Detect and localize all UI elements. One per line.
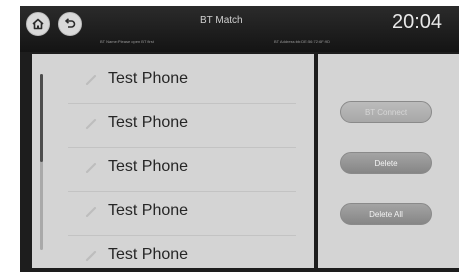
scrollbar-thumb[interactable] [40,74,43,162]
delete-button[interactable]: Delete [340,152,432,174]
device-row[interactable]: Test Phone [68,104,296,148]
bt-connect-button[interactable]: BT Connect [340,101,432,123]
device-row[interactable]: Test Phone [68,148,296,192]
device-name: Test Phone [108,202,189,219]
device-list: Test Phone Test Phone Test Phone Test Ph… [32,54,314,268]
bt-address-info: BT Address:bb:DE:56:72:6F:9D [274,39,330,44]
device-name: Test Phone [108,114,189,131]
bt-match-screen: BT Match 20:04 BT Name:Please open BT fi… [20,6,459,272]
link-icon [85,118,97,130]
device-name: Test Phone [108,70,189,87]
action-panel: BT Connect Delete Delete All [318,54,459,268]
device-row[interactable]: Test Phone [68,60,296,104]
home-button[interactable] [26,12,50,36]
link-icon [85,206,97,218]
device-name: Test Phone [108,246,189,263]
top-bar: BT Match 20:04 BT Name:Please open BT fi… [20,6,459,52]
home-icon [32,18,44,30]
clock: 20:04 [392,11,443,33]
device-row[interactable]: Test Phone [68,192,296,236]
device-name: Test Phone [108,158,189,175]
device-row[interactable]: Test Phone [68,236,296,268]
bt-name-info: BT Name:Please open BT first [100,39,154,44]
link-icon [85,250,97,262]
back-icon [65,18,76,28]
link-icon [85,162,97,174]
link-icon [85,74,97,86]
page-title: BT Match [200,15,243,26]
delete-all-button[interactable]: Delete All [340,203,432,225]
back-button[interactable] [58,12,82,36]
